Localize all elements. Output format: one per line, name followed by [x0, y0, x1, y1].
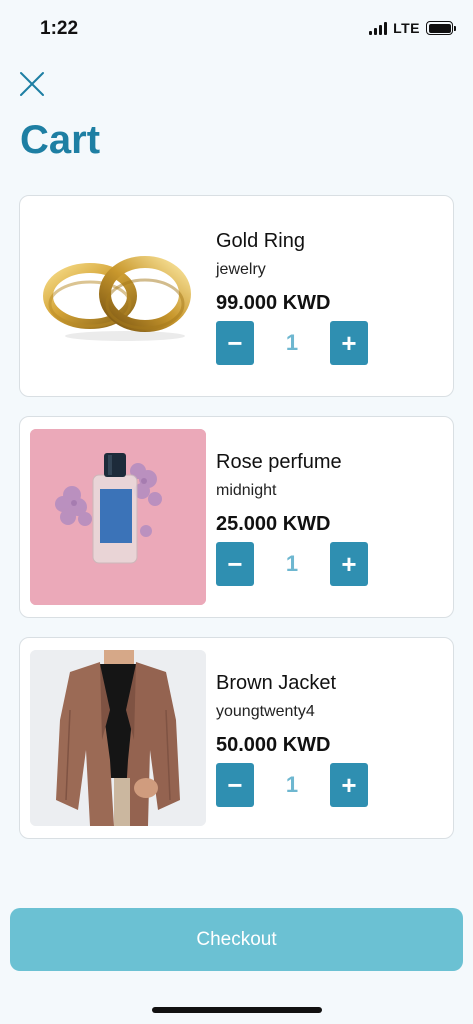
battery-icon	[426, 21, 456, 35]
product-price: 25.000 KWD	[216, 513, 331, 535]
decrease-quantity-button[interactable]: −	[216, 321, 254, 365]
gold-rings-image	[30, 208, 206, 384]
product-brand: jewelry	[216, 261, 266, 278]
home-indicator	[152, 1007, 322, 1013]
cart-list: Gold Ring jewelry 99.000 KWD − 1 + Rose …	[19, 195, 454, 839]
decrease-quantity-button[interactable]: −	[216, 542, 254, 586]
close-button[interactable]	[16, 68, 48, 100]
product-price: 50.000 KWD	[216, 734, 331, 756]
quantity-stepper: − 1 +	[216, 321, 368, 365]
page-title: Cart	[20, 118, 101, 162]
product-price: 99.000 KWD	[216, 292, 331, 314]
increase-quantity-button[interactable]: +	[330, 321, 368, 365]
product-name: Brown Jacket	[216, 672, 337, 694]
cart-item: Brown Jacket youngtwenty4 50.000 KWD − 1…	[19, 637, 454, 839]
product-brand: midnight	[216, 482, 277, 499]
checkout-button[interactable]: Checkout	[10, 908, 463, 971]
quantity-stepper: − 1 +	[216, 763, 368, 807]
status-indicators: LTE	[369, 20, 456, 36]
signal-icon	[369, 21, 388, 35]
cart-item: Gold Ring jewelry 99.000 KWD − 1 +	[19, 195, 454, 397]
cart-item: Rose perfume midnight 25.000 KWD − 1 +	[19, 416, 454, 618]
product-brand: youngtwenty4	[216, 703, 315, 720]
increase-quantity-button[interactable]: +	[330, 763, 368, 807]
status-bar: 1:22 LTE	[0, 0, 473, 56]
decrease-quantity-button[interactable]: −	[216, 763, 254, 807]
brown-jacket-image	[30, 650, 206, 826]
quantity-value: 1	[285, 551, 299, 576]
status-time: 1:22	[40, 18, 79, 39]
quantity-stepper: − 1 +	[216, 542, 368, 586]
perfume-bottle-image	[30, 429, 206, 605]
quantity-value: 1	[285, 772, 299, 797]
quantity-value: 1	[285, 330, 299, 355]
increase-quantity-button[interactable]: +	[330, 542, 368, 586]
close-icon	[20, 72, 44, 96]
network-type: LTE	[393, 20, 420, 36]
product-name: Rose perfume	[216, 451, 342, 473]
product-name: Gold Ring	[216, 230, 305, 252]
